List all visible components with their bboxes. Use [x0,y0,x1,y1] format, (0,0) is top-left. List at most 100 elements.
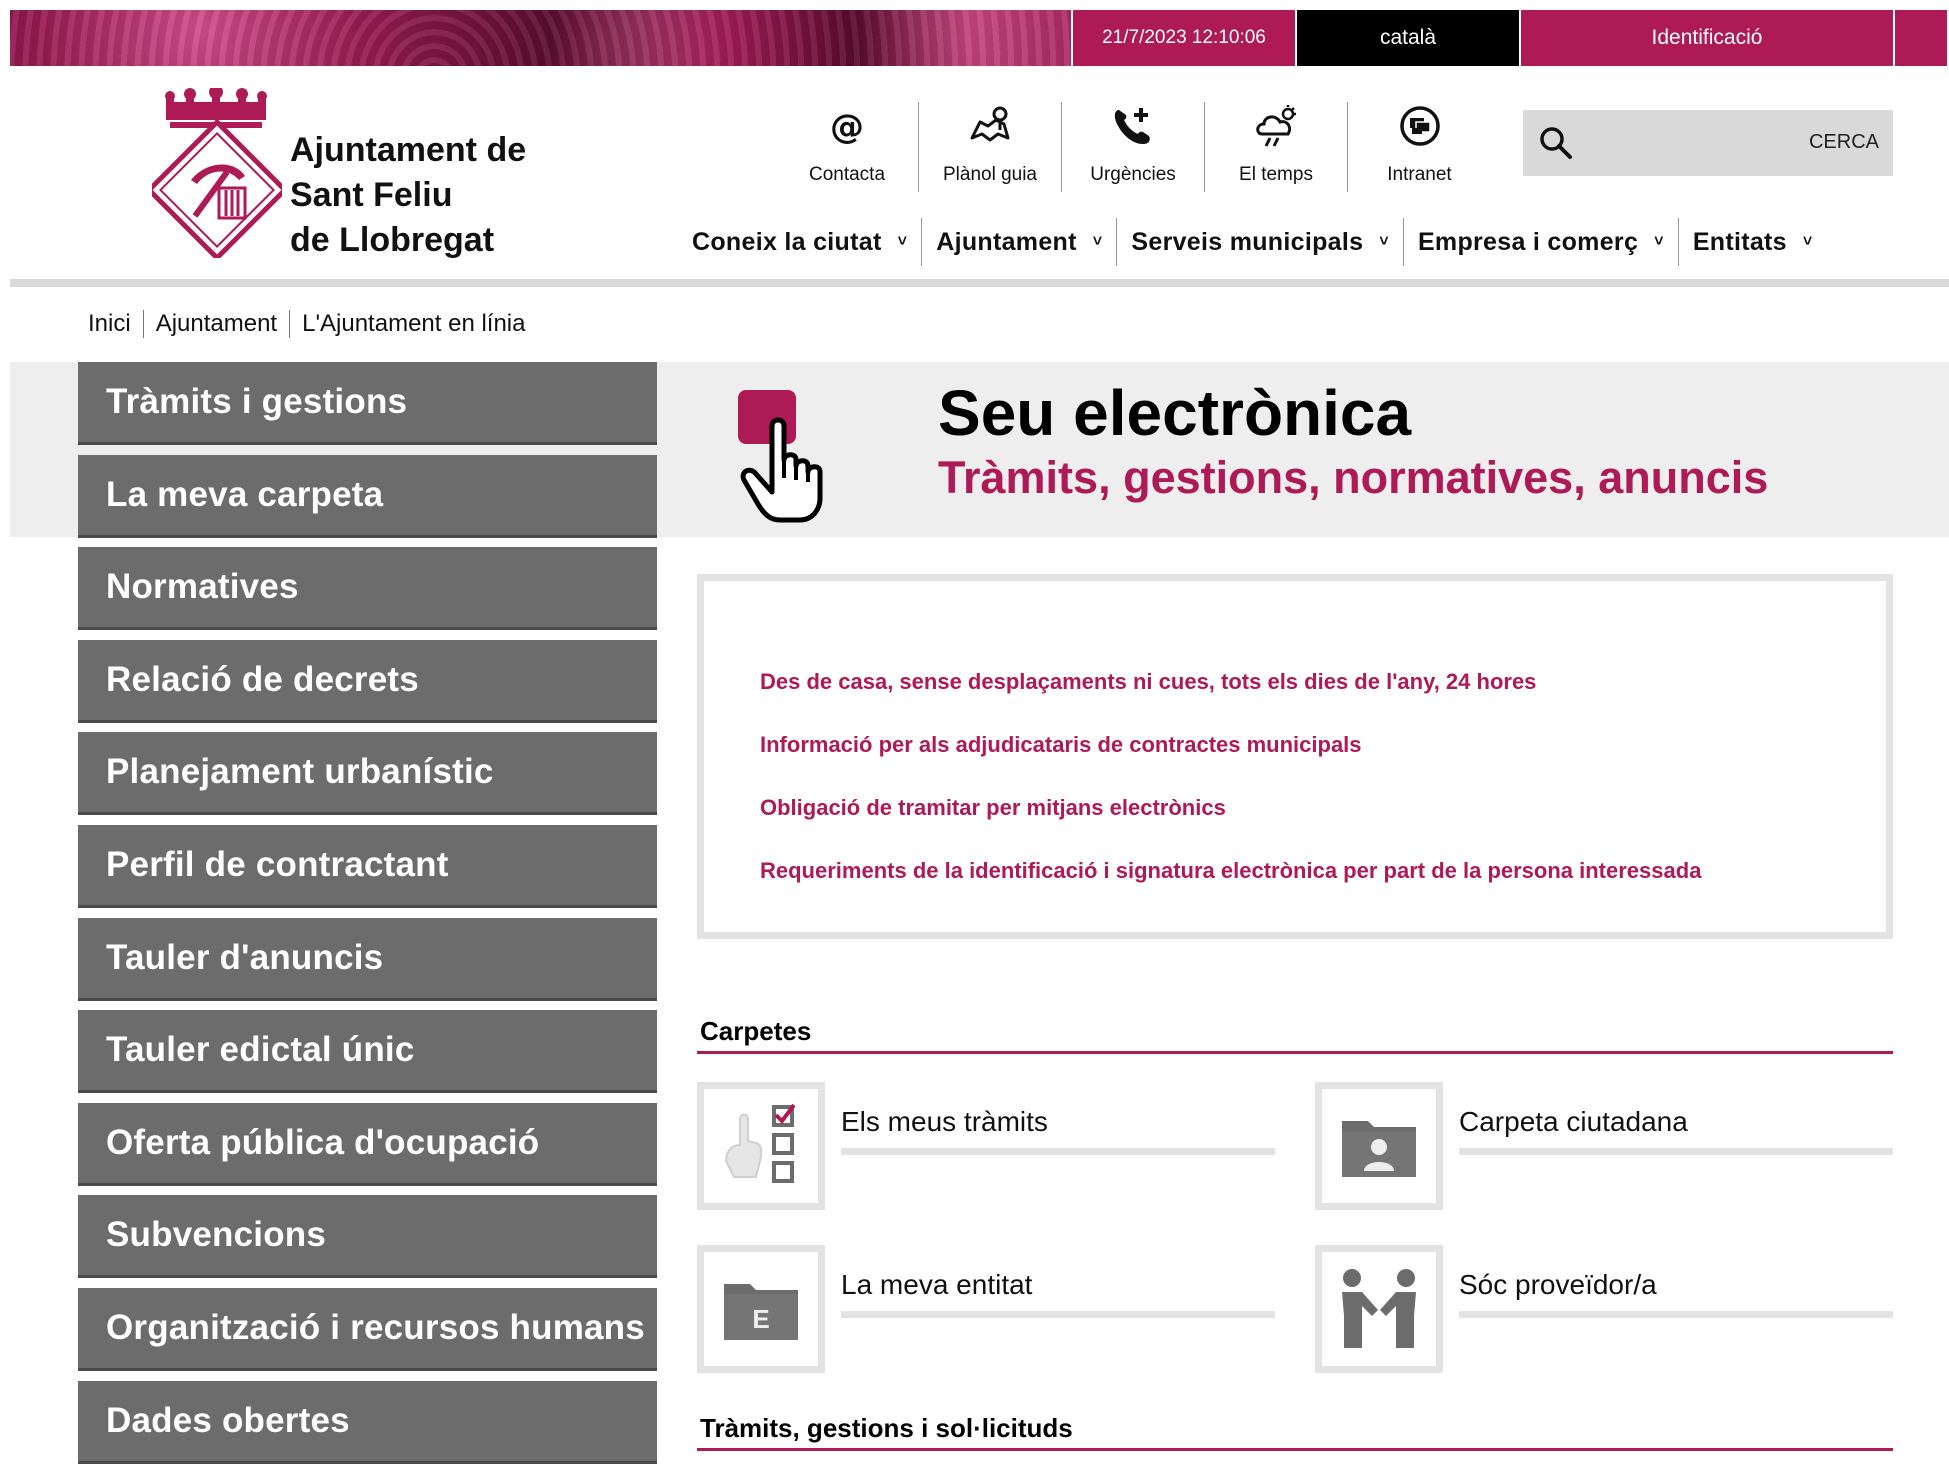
sidebar-item-oferta-publica-d-ocupacio[interactable]: Oferta pública d'ocupació [78,1102,657,1186]
quicklink-label: El temps [1239,164,1313,185]
at-icon: @ [830,107,864,147]
section-divider [697,1448,1893,1451]
sidebar-item-dades-obertes[interactable]: Dades obertes [78,1380,657,1464]
map-icon [970,106,1010,142]
sidebar-item-tauler-edictal-unic[interactable]: Tauler edictal únic [78,1010,657,1094]
chevron-down-icon: ˅ [1379,233,1389,250]
citizen-folder-icon [1342,1121,1416,1177]
chevron-down-icon: ˅ [1092,233,1103,250]
info-links-box: Des de casa, sense desplaçaments ni cues… [697,574,1893,939]
section-title-tramits: Tràmits, gestions i sol·licituds [700,1413,1073,1443]
folder-soc-proveidor[interactable]: Sóc proveïdor/a [1315,1245,1915,1373]
quicklink-label: Contacta [808,164,886,185]
quicklink-intranet[interactable]: Intranet [1348,102,1491,192]
sidebar-item-tauler-d-anuncis[interactable]: Tauler d'anuncis [78,917,657,1001]
folder-label: Els meus tràmits [841,1106,1048,1137]
section-title-carpetes: Carpetes [700,1016,812,1046]
chevron-down-icon: ˅ [897,233,908,250]
folder-els-meus-tramits[interactable]: Els meus tràmits [697,1082,1297,1210]
sidebar-item-relacio-de-decrets[interactable]: Relació de decrets [78,639,657,723]
nav-ajuntament[interactable]: Ajuntament ˅ [922,218,1118,266]
municipal-coat-of-arms-logo[interactable] [152,88,282,258]
quicklink-contacta[interactable]: @ Contacta [776,102,919,192]
click-hand-icon [738,390,823,523]
quicklink-planol-guia[interactable]: Plànol guia [919,102,1062,192]
quick-links: @ Contacta Plànol guia Urgències El temp… [776,102,1491,192]
quicklink-label: Plànol guia [942,164,1038,185]
quicklink-label: Urgències [1090,164,1176,185]
folder-carpeta-ciutadana[interactable]: Carpeta ciutadana [1315,1082,1915,1210]
topbar-end-block [1893,10,1947,66]
chevron-down-icon: ˅ [1654,233,1664,250]
checklist-icon [724,1103,796,1183]
breadcrumb-current[interactable]: L'Ajuntament en línia [302,310,525,338]
folder-underline [1459,1311,1893,1318]
search-button[interactable]: CERCA [1809,131,1879,154]
nav-empresa-i-comerc[interactable]: Empresa i comerç ˅ [1404,218,1679,266]
breadcrumb-separator [142,310,144,338]
quicklink-label: Intranet [1387,164,1452,185]
nav-label: Coneix la ciutat [692,227,882,256]
top-bar: 21/7/2023 12:10:06 català Identificació [10,10,1949,66]
chevron-down-icon: ˅ [1802,233,1813,250]
sidebar-menu: Tràmits i gestions La meva carpeta Norma… [78,362,657,1472]
org-name-line-2: Sant Feliu [290,176,453,214]
organization-name[interactable]: Ajuntament de Sant Feliu de Llobregat [290,128,590,263]
svg-text:E: E [752,1304,769,1334]
folder-underline [841,1311,1275,1318]
sidebar-item-organitzacio-i-recursos-humans[interactable]: Organització i recursos humans [78,1287,657,1371]
info-link-obligacio-tramitar[interactable]: Obligació de tramitar per mitjans electr… [760,795,1226,821]
folder-underline [1459,1148,1893,1155]
nav-label: Entitats [1692,227,1787,256]
main-navigation: Coneix la ciutat ˅ Ajuntament ˅ Serveis mu… [690,218,1827,266]
section-divider [697,1051,1893,1054]
sidebar-item-tramits-i-gestions[interactable]: Tràmits i gestions [78,362,657,445]
language-selector[interactable]: català [1295,10,1519,66]
entity-folder-icon: E [724,1284,798,1340]
info-link-requeriments-identificacio[interactable]: Requeriments de la identificació i signa… [760,858,1701,884]
search-icon [1540,127,1572,159]
folder-label: La meva entitat [841,1269,1033,1300]
sidebar-item-la-meva-carpeta[interactable]: La meva carpeta [78,454,657,538]
nav-serveis-municipals[interactable]: Serveis municipals ˅ [1117,218,1404,266]
folder-underline [841,1148,1275,1155]
handshake-icon [1342,1269,1416,1348]
sidebar-item-perfil-de-contractant[interactable]: Perfil de contractant [78,824,657,908]
quicklink-urgencies[interactable]: Urgències [1062,102,1205,192]
folder-label: Sóc proveïdor/a [1459,1269,1657,1300]
folder-la-meva-entitat[interactable]: E La meva entitat [697,1245,1297,1373]
login-button[interactable]: Identificació [1519,10,1893,66]
intranet-icon [1399,106,1440,146]
weather-icon [1256,105,1296,147]
sidebar-item-normatives[interactable]: Normatives [78,547,657,631]
quicklink-el-temps[interactable]: El temps [1205,102,1348,192]
page-title: Seu electrònica [938,377,1412,449]
breadcrumb-ajuntament[interactable]: Ajuntament [156,310,277,338]
page-subtitle: Tràmits, gestions, normatives, anuncis [938,452,1769,503]
nav-label: Empresa i comerç [1417,227,1639,256]
phone-icon [1114,108,1150,144]
sidebar-item-planejament-urbanistic[interactable]: Planejament urbanístic [78,732,657,816]
nav-coneix-la-ciutat[interactable]: Coneix la ciutat ˅ [690,218,923,266]
info-link-des-de-casa[interactable]: Des de casa, sense desplaçaments ni cues… [760,669,1536,695]
breadcrumb-separator [289,310,291,338]
search-box: CERCA [1523,110,1893,176]
folder-icon-frame [697,1082,825,1210]
datetime-display: 21/7/2023 12:10:06 [1071,10,1295,66]
sidebar-item-subvencions[interactable]: Subvencions [78,1195,657,1279]
nav-label: Serveis municipals [1131,227,1364,256]
org-name-line-1: Ajuntament de [290,131,527,169]
folder-icon-frame [1315,1245,1443,1373]
folder-icon-frame: E [697,1245,825,1373]
folder-label: Carpeta ciutadana [1459,1106,1688,1137]
header-divider [10,279,1949,287]
folder-icon-frame [1315,1082,1443,1210]
nav-entitats[interactable]: Entitats ˅ [1679,218,1827,266]
breadcrumb-inici[interactable]: Inici [88,310,131,338]
breadcrumb: Inici Ajuntament L'Ajuntament en línia [88,310,526,338]
svg-text:@: @ [830,107,864,147]
nav-label: Ajuntament [936,227,1077,256]
info-link-adjudicataris[interactable]: Informació per als adjudicataris de cont… [760,732,1362,758]
search-input[interactable] [1587,118,1807,168]
rose-banner-image [10,10,1071,66]
